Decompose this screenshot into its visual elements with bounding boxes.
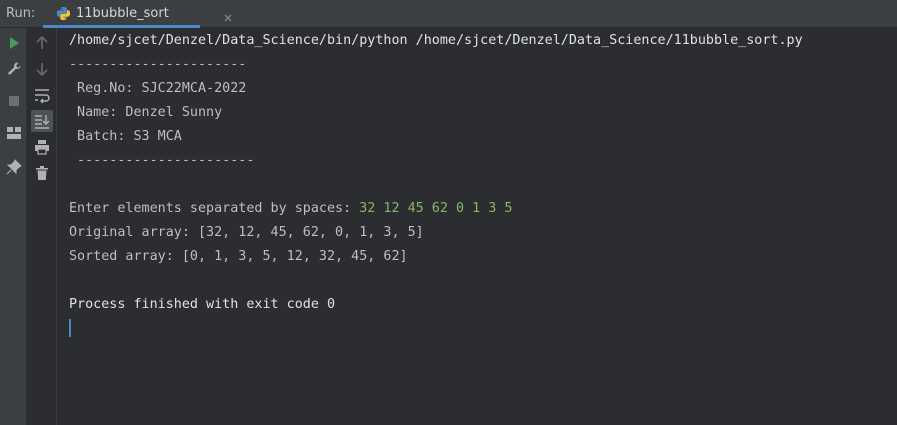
text-caret bbox=[69, 319, 71, 337]
print-icon[interactable] bbox=[33, 138, 51, 156]
tab-title: 11bubble_sort bbox=[76, 6, 169, 21]
arrow-up-icon[interactable] bbox=[33, 34, 51, 52]
divider-top: ---------------------- bbox=[69, 57, 247, 72]
wrench-icon[interactable] bbox=[5, 60, 23, 78]
name-line: Name: Denzel Sunny bbox=[69, 105, 223, 120]
original-array-line: Original array: [32, 12, 45, 62, 0, 1, 3… bbox=[69, 225, 424, 240]
exit-code-line: Process finished with exit code 0 bbox=[69, 297, 336, 312]
pin-icon[interactable] bbox=[5, 158, 23, 176]
input-prompt: Enter elements separated by spaces: bbox=[69, 201, 360, 216]
layout-icon[interactable] bbox=[5, 124, 23, 142]
trash-icon[interactable] bbox=[33, 164, 51, 182]
reg-no-line: Reg.No: SJC22MCA-2022 bbox=[69, 81, 247, 96]
soft-wrap-icon[interactable] bbox=[33, 86, 51, 104]
close-icon[interactable] bbox=[223, 8, 233, 22]
user-input: 32 12 45 62 0 1 3 5 bbox=[359, 201, 513, 216]
console-output[interactable]: /home/sjcet/Denzel/Data_Science/bin/pyth… bbox=[57, 28, 897, 425]
run-label: Run: bbox=[6, 6, 36, 21]
arrow-down-icon[interactable] bbox=[33, 60, 51, 78]
run-tool-window: Run: 11bubble_sort /home/sjcet/Denzel/Da… bbox=[0, 0, 897, 425]
command-line: /home/sjcet/Denzel/Data_Science/bin/pyth… bbox=[69, 33, 803, 48]
sorted-array-line: Sorted array: [0, 1, 3, 5, 12, 32, 45, 6… bbox=[69, 249, 408, 264]
divider-bottom: ---------------------- bbox=[69, 153, 255, 168]
run-actions-toolbar bbox=[0, 28, 27, 425]
batch-line: Batch: S3 MCA bbox=[69, 129, 182, 144]
tab-11bubble-sort[interactable]: 11bubble_sort bbox=[43, 0, 232, 28]
stop-icon[interactable] bbox=[5, 92, 23, 110]
scroll-to-end-icon[interactable] bbox=[31, 110, 53, 132]
input-prompt-line: Enter elements separated by spaces: 32 1… bbox=[69, 201, 512, 217]
console-toolbar bbox=[27, 28, 57, 425]
python-icon bbox=[56, 6, 71, 21]
run-tab-bar: Run: 11bubble_sort bbox=[0, 0, 897, 28]
play-icon[interactable] bbox=[5, 34, 23, 52]
